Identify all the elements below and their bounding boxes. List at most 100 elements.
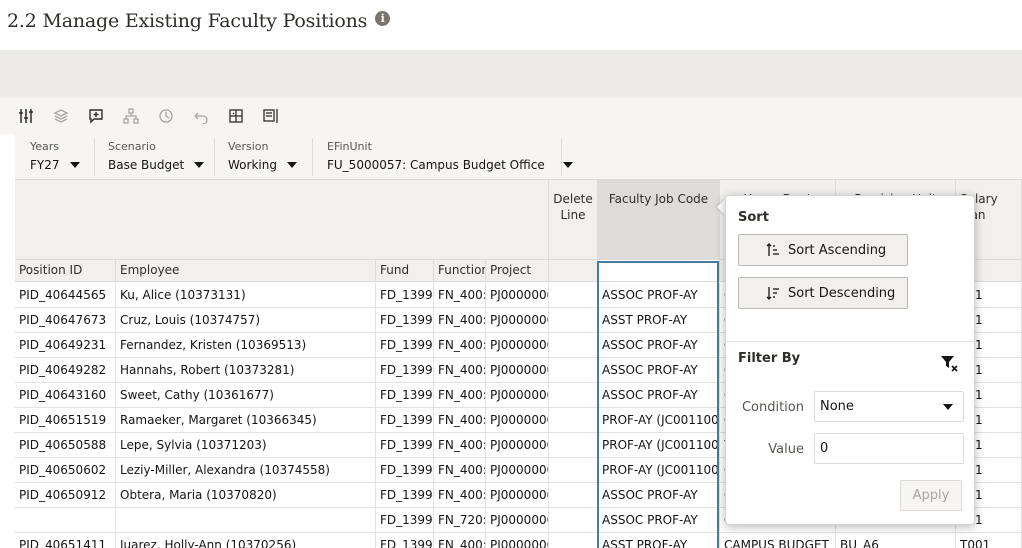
cell-employee[interactable]: Juarez, Holly-Ann (10370256) (116, 533, 376, 548)
cell-project[interactable]: PJ0000000 (486, 383, 549, 408)
layers-icon[interactable] (51, 106, 71, 126)
cell-employee[interactable]: Obtera, Maria (10370820) (116, 483, 376, 508)
cell-faculty-job-code[interactable]: ASSOC PROF-AY (598, 283, 720, 308)
chevron-down-icon[interactable] (562, 162, 573, 168)
cell-employee[interactable]: Hannahs, Robert (10373281) (116, 358, 376, 383)
cell-position-id[interactable]: PID_40651411 (15, 533, 116, 548)
cell-employee[interactable] (116, 508, 376, 533)
cell-fund[interactable]: FD_13992: (376, 508, 434, 533)
cell-project[interactable]: PJ0000000 (486, 483, 549, 508)
cell-project[interactable]: PJ0000000 (486, 533, 549, 548)
cell-employee[interactable]: Cruz, Louis (10374757) (116, 308, 376, 333)
history-icon[interactable] (156, 106, 176, 126)
filter-efinunit[interactable]: EFinUnit FU_5000057: Campus Budget Offic… (327, 140, 573, 172)
comment-icon[interactable] (86, 106, 106, 126)
cell-function[interactable]: FN_720: I (434, 508, 486, 533)
cell-faculty-job-code[interactable]: PROF-AY (JC001100) (598, 458, 720, 483)
cell-function[interactable]: FN_400: I (434, 383, 486, 408)
cell-salary-plan[interactable]: T001 (956, 533, 1022, 548)
cell-fund[interactable]: FD_13991: (376, 283, 434, 308)
cell-faculty-job-code[interactable]: ASSOC PROF-AY (598, 383, 720, 408)
cell-fund[interactable]: FD_13991: (376, 383, 434, 408)
cell-function[interactable]: FN_400: I (434, 533, 486, 548)
cell-fund[interactable]: FD_13991: (376, 308, 434, 333)
panel-icon[interactable] (261, 106, 281, 126)
cell-home-dept[interactable]: CAMPUS BUDGET (720, 533, 836, 548)
cell-delete-line[interactable] (549, 433, 598, 458)
cell-position-id[interactable]: PID_40650602 (15, 458, 116, 483)
col-project[interactable]: Project (486, 260, 549, 282)
cell-faculty-job-code[interactable]: ASSOC PROF-AY (598, 508, 720, 533)
cell-delete-line[interactable] (549, 458, 598, 483)
cell-project[interactable]: PJ0000000 (486, 433, 549, 458)
cell-project[interactable]: PJ0000000 (486, 458, 549, 483)
cell-position-id[interactable]: PID_40643160 (15, 383, 116, 408)
cell-employee[interactable]: Sweet, Cathy (10361677) (116, 383, 376, 408)
cell-fund[interactable]: FD_13991: (376, 433, 434, 458)
cell-function[interactable]: FN_400: I (434, 433, 486, 458)
cell-fund[interactable]: FD_13991: (376, 333, 434, 358)
cell-function[interactable]: FN_400: I (434, 458, 486, 483)
cell-employee[interactable]: Leziy-Miller, Alexandra (10374558) (116, 458, 376, 483)
cell-faculty-job-code[interactable]: ASST PROF-AY (598, 533, 720, 548)
cell-project[interactable]: PJ0000000 (486, 308, 549, 333)
cell-employee[interactable]: Ramaeker, Margaret (10366345) (116, 408, 376, 433)
cell-delete-line[interactable] (549, 383, 598, 408)
cell-fund[interactable]: FD_13991: (376, 533, 434, 548)
cell-position-id[interactable]: PID_40649282 (15, 358, 116, 383)
condition-select[interactable]: None (814, 391, 964, 422)
cell-function[interactable]: FN_400: I (434, 483, 486, 508)
cell-delete-line[interactable] (549, 483, 598, 508)
info-icon[interactable]: i (375, 10, 391, 26)
cell-project[interactable]: PJ0000000 (486, 358, 549, 383)
hierarchy-icon[interactable] (121, 106, 141, 126)
filter-version[interactable]: Version Working (228, 140, 297, 172)
cell-delete-line[interactable] (549, 508, 598, 533)
cell-provision-unit[interactable]: BU_A6 (836, 533, 956, 548)
cell-function[interactable]: FN_400: I (434, 408, 486, 433)
cell-employee[interactable]: Lepe, Sylvia (10371203) (116, 433, 376, 458)
col-position-id[interactable]: Position ID (15, 260, 116, 282)
col-fund[interactable]: Fund (376, 260, 434, 282)
cell-faculty-job-code[interactable]: PROF-AY (JC001100) (598, 433, 720, 458)
chevron-down-icon[interactable] (194, 162, 205, 168)
value-input[interactable]: 0 (814, 433, 964, 464)
grid-icon[interactable] (226, 106, 246, 126)
cell-delete-line[interactable] (549, 533, 598, 548)
cell-employee[interactable]: Fernandez, Kristen (10369513) (116, 333, 376, 358)
col-employee[interactable]: Employee (116, 260, 376, 282)
undo-icon[interactable] (191, 106, 211, 126)
cell-project[interactable]: PJ0000000 (486, 283, 549, 308)
filter-years[interactable]: Years FY27 (30, 140, 80, 172)
clear-filter-icon[interactable] (940, 354, 958, 372)
cell-fund[interactable]: FD_13991: (376, 458, 434, 483)
cell-faculty-job-code[interactable]: ASSOC PROF-AY (598, 483, 720, 508)
col-function[interactable]: Function (434, 260, 486, 282)
chevron-down-icon[interactable] (69, 162, 80, 168)
header-delete-line[interactable]: Delete Line (549, 180, 598, 260)
cell-faculty-job-code[interactable]: ASSOC PROF-AY (598, 358, 720, 383)
cell-position-id[interactable]: PID_40651519 (15, 408, 116, 433)
cell-delete-line[interactable] (549, 408, 598, 433)
sort-descending-button[interactable]: Sort Descending (738, 277, 908, 309)
cell-function[interactable]: FN_400: I (434, 358, 486, 383)
cell-position-id[interactable]: PID_40649231 (15, 333, 116, 358)
cell-project[interactable]: PJ0000000 (486, 333, 549, 358)
cell-project[interactable]: PJ0000000 (486, 508, 549, 533)
cell-delete-line[interactable] (549, 308, 598, 333)
cell-fund[interactable]: FD_13991: (376, 358, 434, 383)
filter-scenario[interactable]: Scenario Base Budget (108, 140, 205, 172)
cell-position-id[interactable] (15, 508, 116, 533)
cell-function[interactable]: FN_400: I (434, 308, 486, 333)
cell-delete-line[interactable] (549, 358, 598, 383)
cell-function[interactable]: FN_400: I (434, 283, 486, 308)
chevron-down-icon[interactable] (943, 404, 953, 410)
cell-position-id[interactable]: PID_40650912 (15, 483, 116, 508)
sort-ascending-button[interactable]: Sort Ascending (738, 234, 908, 266)
cell-position-id[interactable]: PID_40647673 (15, 308, 116, 333)
cell-employee[interactable]: Ku, Alice (10373131) (116, 283, 376, 308)
sliders-icon[interactable] (16, 106, 36, 126)
cell-delete-line[interactable] (549, 283, 598, 308)
header-faculty-job-code[interactable]: Faculty Job Code (598, 180, 720, 260)
cell-delete-line[interactable] (549, 333, 598, 358)
